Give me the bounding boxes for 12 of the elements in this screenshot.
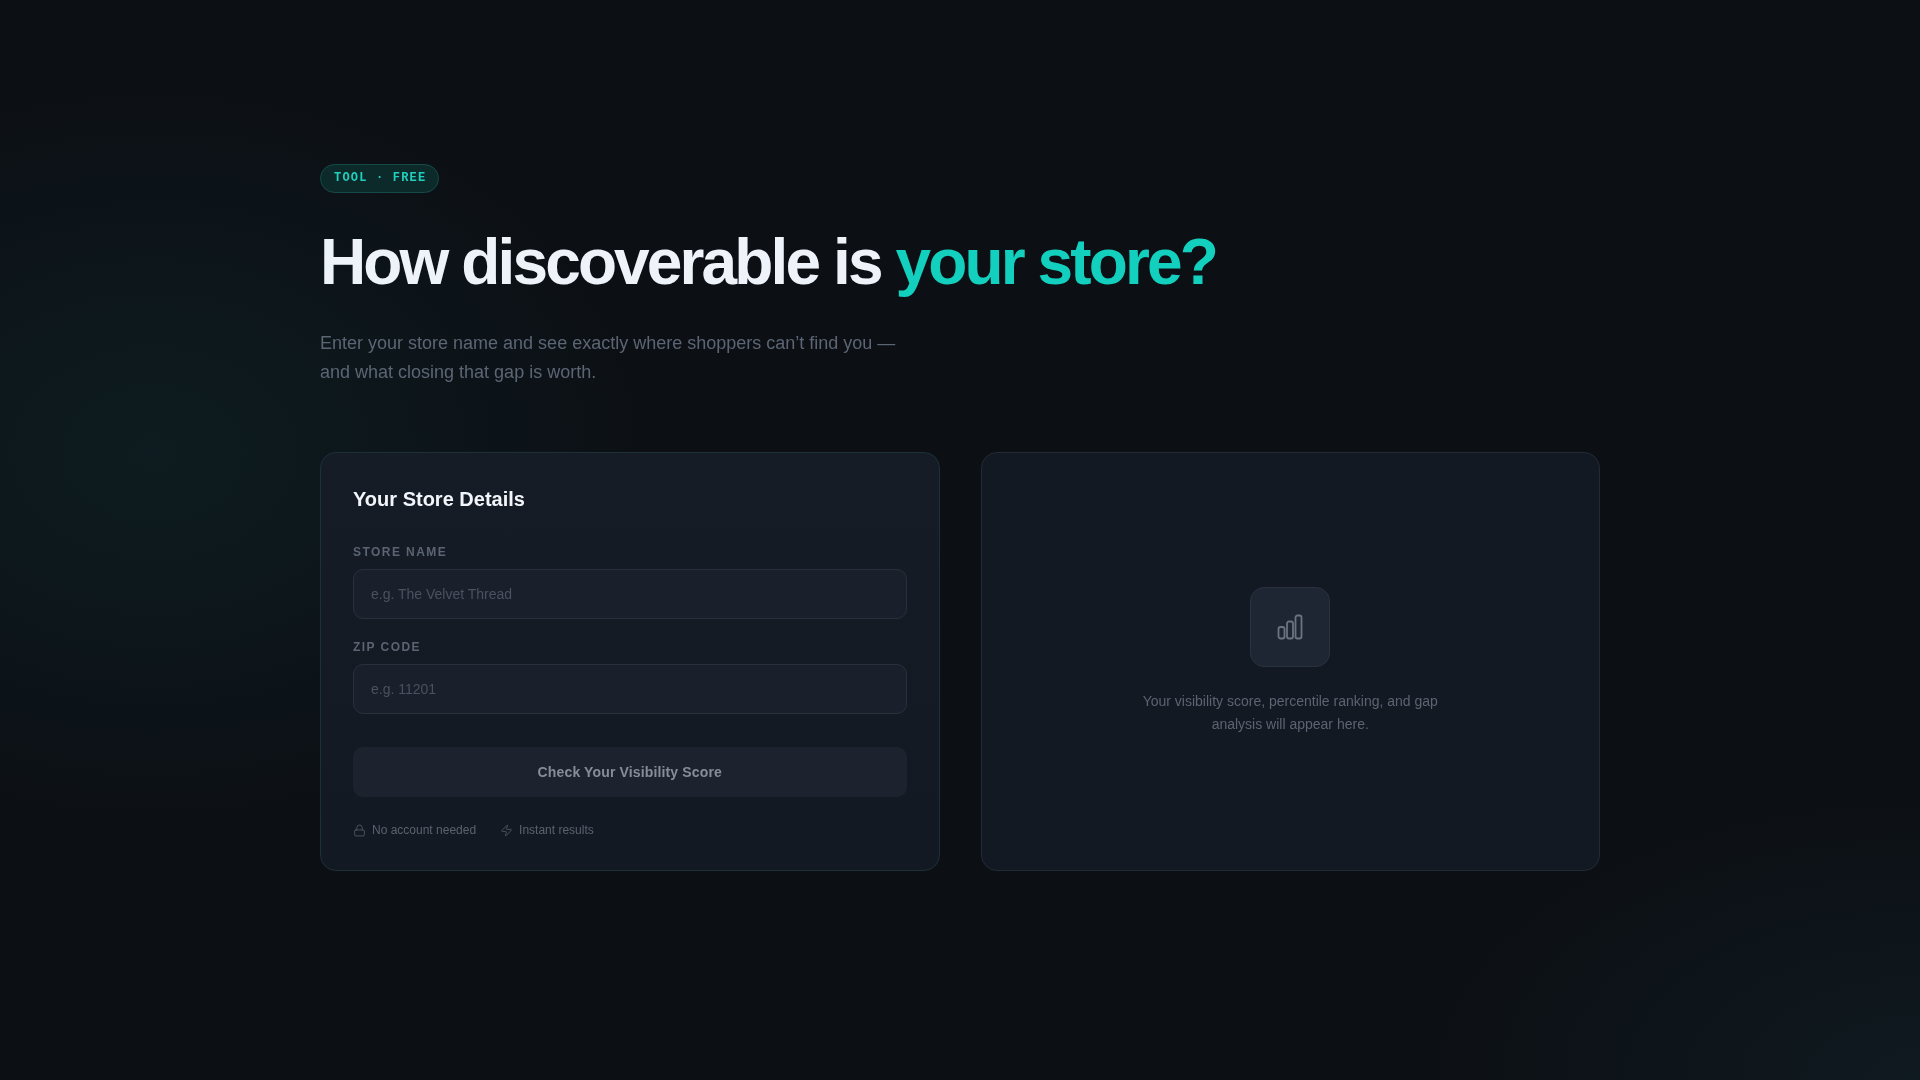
note-text: Instant results	[519, 822, 594, 838]
tool-badge: TOOL · FREE	[320, 164, 440, 193]
field-label: ZIP CODE	[353, 639, 421, 655]
results-placeholder-text: Your visibility score, percentile ranking, and gap analysis will appear here.	[1141, 692, 1439, 734]
lightning-bolt-icon	[500, 823, 514, 837]
field-label: STORE NAME	[353, 544, 448, 560]
note-text: No account needed	[372, 822, 477, 838]
bar-chart-icon	[1250, 587, 1331, 667]
page-heading: How discoverable is your store?	[320, 227, 1216, 297]
card-title: Your Store Details	[353, 487, 525, 512]
lock-icon	[353, 823, 366, 837]
page-subtitle: Enter your store name and see exactly where shoppers can’t find you — and what closing that gap is worth.	[320, 332, 897, 384]
